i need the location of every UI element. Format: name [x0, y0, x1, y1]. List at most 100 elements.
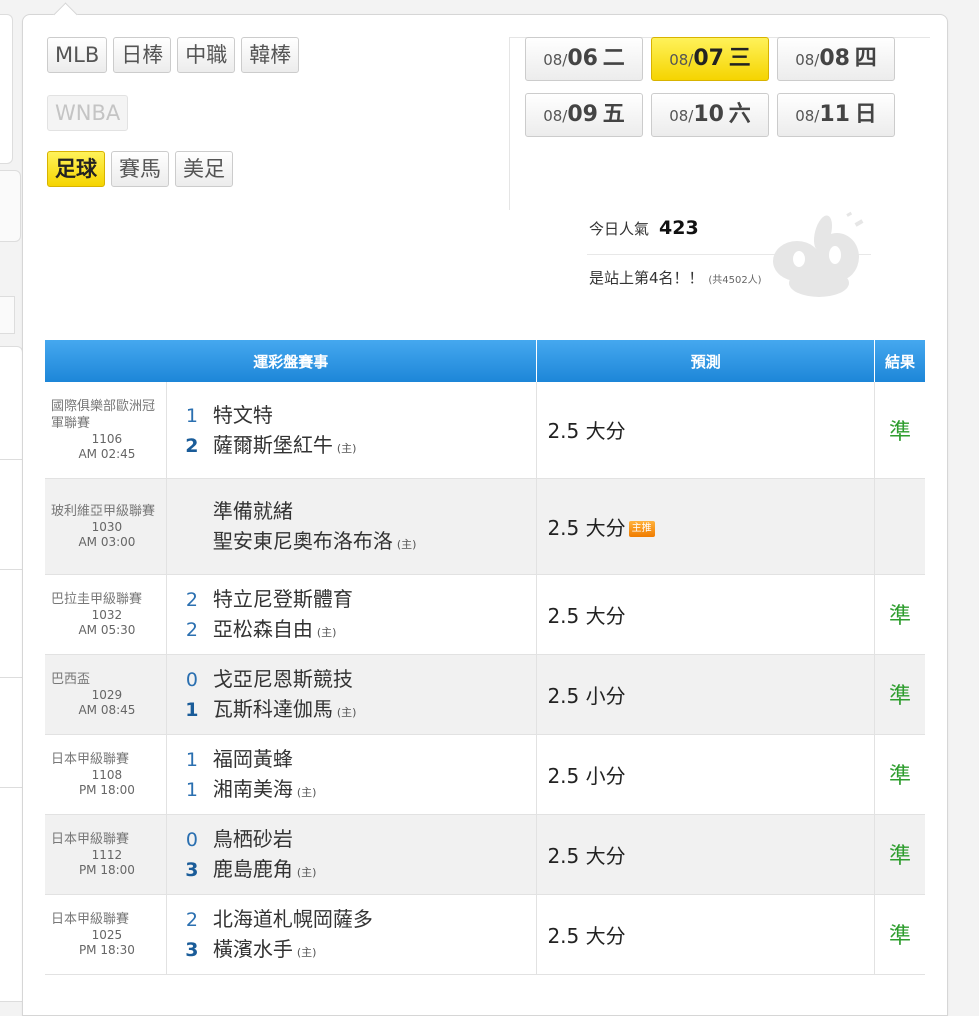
away-team-name[interactable]: 戈亞尼恩斯競技	[213, 664, 353, 694]
sport-tab[interactable]: 日棒	[113, 37, 172, 73]
date-month: 08/	[795, 107, 820, 125]
sport-tab[interactable]: 韓棒	[241, 37, 300, 73]
date-weekday: 六	[728, 102, 751, 127]
header-result: 結果	[874, 340, 925, 382]
content-panel: MLB 日棒 中職 韓棒 WNBA 足球 賽馬 美足 08/06 二 08/07 三 08/0…	[22, 2, 948, 1016]
home-tag: (主)	[316, 626, 337, 639]
sport-tab[interactable]: MLB	[47, 37, 108, 73]
date-day: 07	[693, 46, 724, 71]
home-team-line: 1 湘南美海 (主)	[175, 774, 537, 804]
date-day: 06	[567, 46, 598, 71]
prediction-text: 2.5 大分	[547, 843, 626, 868]
game-code: 1030	[91, 519, 123, 534]
table-row: 日本甲級聯賽 1025 PM 18:30 2 北海道札幌岡薩多 3 橫濱水手 (主) 2.5 大…	[45, 894, 925, 975]
away-team-name[interactable]: 特文特	[213, 400, 273, 430]
away-score: 1	[185, 749, 198, 771]
home-tag: (主)	[296, 786, 317, 799]
away-score: 0	[185, 669, 198, 691]
date-weekday: 三	[728, 46, 751, 71]
teams-cell: 2 北海道札幌岡薩多 3 橫濱水手 (主)	[166, 894, 538, 975]
table-row: 日本甲級聯賽 1112 PM 18:00 0 鳥栖砂岩 3 鹿島鹿角 (主) 2.5 大分 準	[45, 814, 925, 895]
featured-badge: 主推	[628, 521, 655, 537]
date-tab[interactable]: 08/06 二	[525, 37, 643, 81]
table-row: 巴拉圭甲級聯賽 1032 AM 05:30 2 特立尼登斯體育 2 亞松森自由 (主) 2.5 …	[45, 574, 925, 655]
away-score: 0	[185, 829, 198, 851]
away-team-name[interactable]: 北海道札幌岡薩多	[213, 904, 373, 934]
home-team-name[interactable]: 薩爾斯堡紅牛	[213, 430, 333, 460]
date-day: 09	[567, 102, 598, 127]
sport-tabs-row: WNBA	[47, 95, 129, 131]
away-team-name[interactable]: 福岡黃蜂	[213, 744, 293, 774]
home-team-name[interactable]: 聖安東尼奧布洛布洛	[213, 526, 393, 556]
home-tag: (主)	[296, 866, 317, 879]
league-name: 玻利維亞甲級聯賽	[51, 503, 156, 519]
teams-cell: 0 鳥栖砂岩 3 鹿島鹿角 (主)	[166, 814, 538, 895]
league-name: 日本甲級聯賽	[51, 751, 130, 767]
teams-cell: 準備就緒 聖安東尼奧布洛布洛 (主)	[166, 478, 538, 575]
home-score: 2	[185, 434, 199, 457]
prediction-text: 2.5 小分	[547, 763, 626, 788]
table-row: 巴西盃 1029 AM 08:45 0 戈亞尼恩斯競技 1 瓦斯科達伽馬 (主) 2.5 小分 準	[45, 654, 925, 735]
game-code: 1112	[91, 847, 123, 862]
panel-notch	[53, 2, 78, 27]
date-weekday: 二	[602, 46, 625, 71]
away-team-line: 2 北海道札幌岡薩多	[175, 904, 537, 934]
sport-tab[interactable]: WNBA	[47, 95, 129, 131]
home-team-name[interactable]: 瓦斯科達伽馬	[213, 694, 333, 724]
sport-tab[interactable]: 足球	[47, 151, 105, 187]
home-team-line: 3 橫濱水手 (主)	[175, 934, 537, 964]
result-cell: 準	[874, 654, 925, 735]
rank-total: (共4502人)	[708, 275, 762, 286]
away-team-name[interactable]: 特立尼登斯體育	[213, 584, 353, 614]
game-time: PM 18:30	[78, 942, 135, 957]
prediction-cell: 2.5 大分	[536, 382, 876, 479]
date-day: 08	[819, 46, 850, 71]
home-team-name[interactable]: 亞松森自由	[213, 614, 313, 644]
date-tab[interactable]: 08/08 四	[777, 37, 895, 81]
result-cell: 準	[874, 574, 925, 655]
teams-cell: 1 福岡黃蜂 1 湘南美海 (主)	[166, 734, 538, 815]
popularity-count: 423	[659, 217, 699, 239]
home-tag: (主)	[296, 946, 317, 959]
date-tab[interactable]: 08/07 三	[651, 37, 769, 81]
home-team-line: 1 瓦斯科達伽馬 (主)	[175, 694, 537, 724]
date-tab[interactable]: 08/11 日	[777, 93, 895, 137]
home-team-name[interactable]: 橫濱水手	[213, 934, 293, 964]
date-tab[interactable]: 08/09 五	[525, 93, 643, 137]
sport-tab[interactable]: 美足	[175, 151, 233, 187]
rank-line: 是站上第4名！！ (共4502人)	[589, 267, 762, 288]
league-name: 日本甲級聯賽	[51, 911, 130, 927]
date-tab[interactable]: 08/10 六	[651, 93, 769, 137]
away-score: 2	[185, 909, 198, 931]
home-team-name[interactable]: 鹿島鹿角	[213, 854, 293, 884]
sport-tab[interactable]: 賽馬	[111, 151, 169, 187]
home-score: 3	[185, 859, 199, 881]
away-team-name[interactable]: 鳥栖砂岩	[213, 824, 293, 854]
home-team-name[interactable]: 湘南美海	[213, 774, 293, 804]
table-row: 日本甲級聯賽 1108 PM 18:00 1 福岡黃蜂 1 湘南美海 (主) 2.5 小分 準	[45, 734, 925, 815]
prediction-cell: 2.5 大分 主推	[536, 478, 876, 575]
date-month: 08/	[543, 107, 568, 125]
prediction-text: 2.5 小分	[547, 683, 626, 708]
away-team-name[interactable]: 準備就緒	[213, 496, 293, 526]
game-time: AM 08:45	[78, 702, 136, 717]
date-month: 08/	[669, 107, 694, 125]
prediction-text: 2.5 大分	[547, 515, 626, 540]
date-weekday: 日	[854, 102, 877, 127]
away-team-line: 1 特文特	[175, 400, 537, 430]
prediction-cell: 2.5 小分	[536, 654, 876, 735]
result-cell	[874, 478, 925, 575]
table-row: 玻利維亞甲級聯賽 1030 AM 03:00 準備就緒 聖安東尼奧布洛布洛 (主) 2.5 …	[45, 478, 925, 575]
league-name: 巴拉圭甲級聯賽	[51, 591, 143, 607]
prediction-text: 2.5 大分	[547, 923, 626, 948]
prediction-cell: 2.5 小分	[536, 734, 876, 815]
teams-cell: 0 戈亞尼恩斯競技 1 瓦斯科達伽馬 (主)	[166, 654, 538, 735]
home-score: 3	[185, 939, 199, 961]
league-name: 日本甲級聯賽	[51, 831, 130, 847]
game-code: 1025	[91, 927, 123, 942]
rank-text: 是站上第4名！！	[589, 269, 704, 287]
away-team-line: 2 特立尼登斯體育	[175, 584, 537, 614]
sport-tab[interactable]: 中職	[177, 37, 236, 73]
left-sidebar-fragment	[0, 14, 13, 164]
result-cell: 準	[874, 814, 925, 895]
